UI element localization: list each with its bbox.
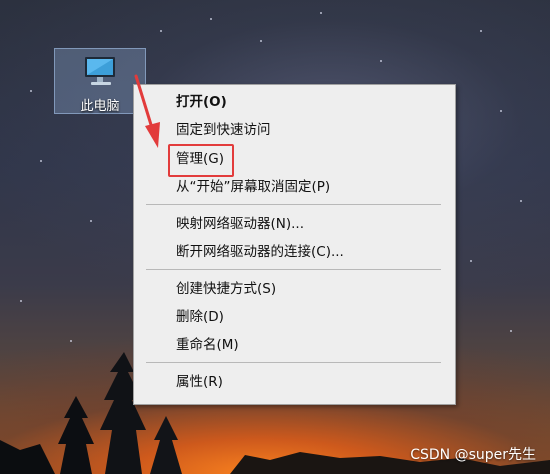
menu-item-properties[interactable]: 属性(R) xyxy=(176,371,223,393)
menu-item-unpin-start[interactable]: 从“开始”屏幕取消固定(P) xyxy=(176,176,330,198)
menu-item-disconnect-network-drive[interactable]: 断开网络驱动器的连接(C)... xyxy=(176,241,344,263)
context-menu: 打开(O) 固定到快速访问 管理(G) 从“开始”屏幕取消固定(P) 映射网络驱… xyxy=(133,84,456,405)
computer-icon xyxy=(85,57,115,85)
menu-separator xyxy=(146,204,441,205)
csdn-watermark: CSDN @super先生 xyxy=(410,447,536,463)
menu-item-rename[interactable]: 重命名(M) xyxy=(176,334,239,356)
desktop-icon-label: 此电脑 xyxy=(80,99,120,114)
menu-item-map-network-drive[interactable]: 映射网络驱动器(N)... xyxy=(176,213,304,235)
manage-highlight-box xyxy=(168,144,234,177)
menu-item-create-shortcut[interactable]: 创建快捷方式(S) xyxy=(176,278,276,300)
menu-separator xyxy=(146,362,441,363)
menu-item-delete[interactable]: 删除(D) xyxy=(176,306,224,328)
menu-item-pin-quick-access[interactable]: 固定到快速访问 xyxy=(176,119,271,141)
menu-item-open[interactable]: 打开(O) xyxy=(176,91,227,113)
menu-separator xyxy=(146,269,441,270)
